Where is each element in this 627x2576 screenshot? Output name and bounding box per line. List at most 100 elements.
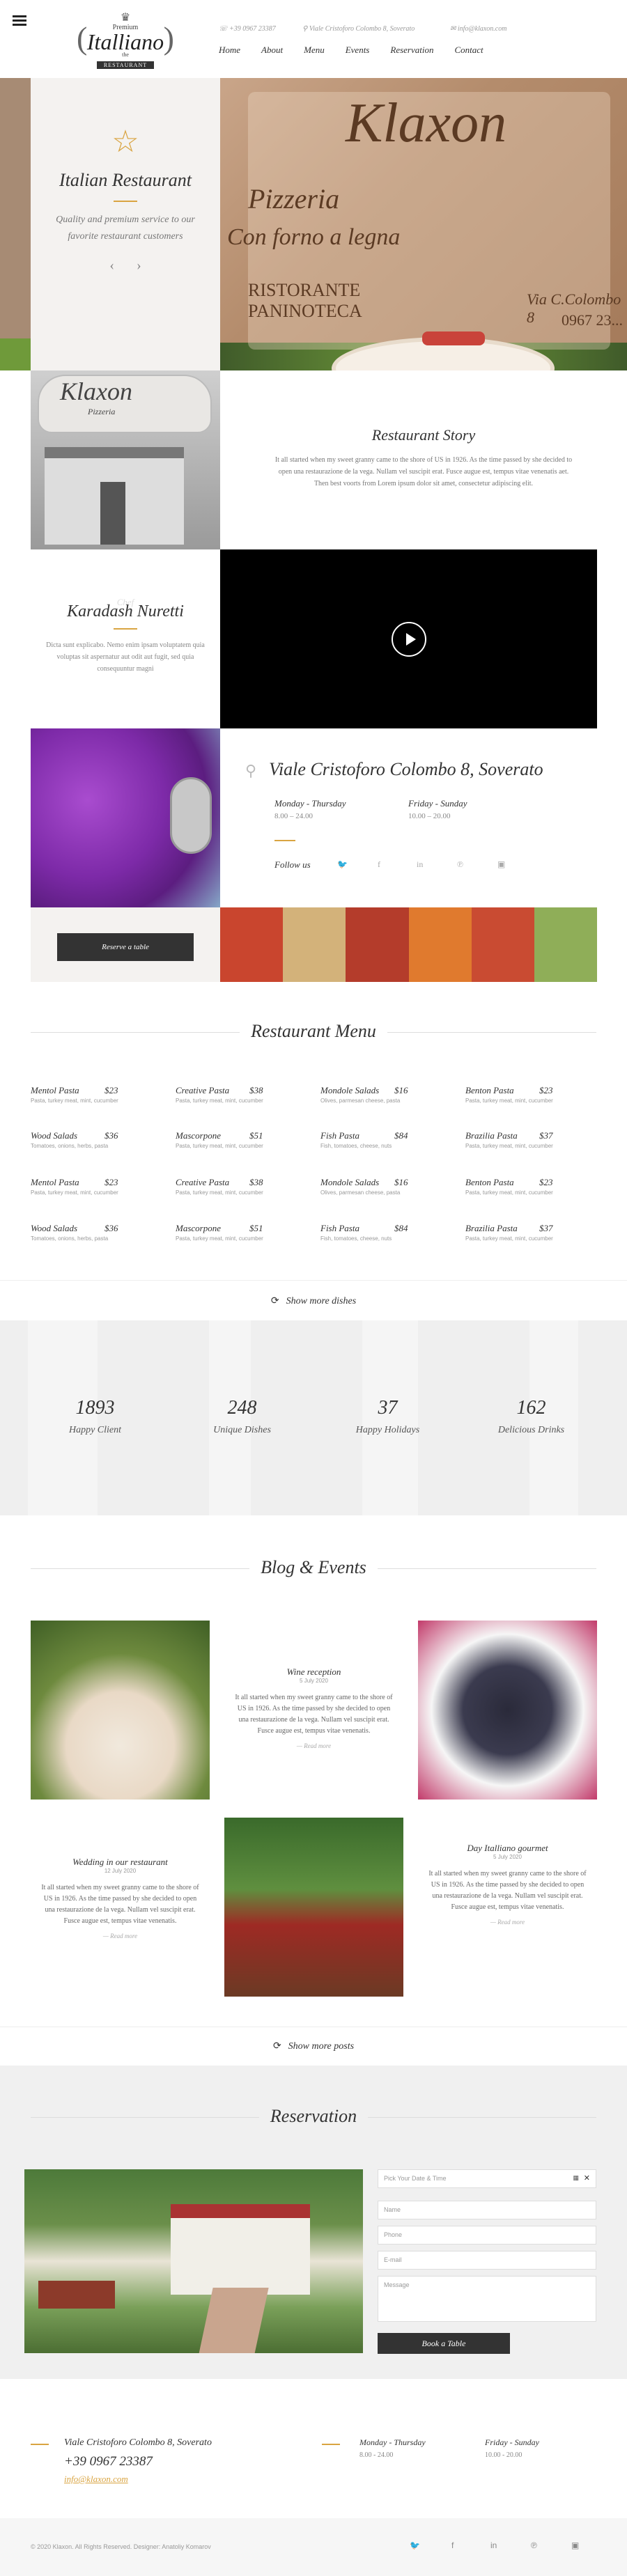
nav-events[interactable]: Events: [346, 45, 370, 56]
blog-image-sauce-bottles[interactable]: [224, 1818, 403, 1997]
food-photo: [534, 907, 598, 982]
hamburger-menu-icon[interactable]: [13, 15, 26, 26]
hero-card: ☆ Italian Restaurant Quality and premium…: [31, 78, 220, 370]
facebook-icon[interactable]: f: [378, 859, 380, 870]
date-time-picker[interactable]: Pick Your Date & Time ▦ ✕: [378, 2169, 596, 2188]
play-icon[interactable]: [392, 622, 426, 657]
phone-field[interactable]: Phone: [378, 2226, 596, 2245]
read-more-link[interactable]: — Read more: [418, 1919, 597, 1926]
read-more-link[interactable]: — Read more: [31, 1933, 210, 1939]
chef-text: Dicta sunt explicabo. Nemo enim ipsam vo…: [46, 641, 205, 673]
menu-item: Mentol Pasta $23 Pasta, turkey meat, mint,…: [31, 1085, 118, 1104]
menu-item: Mondole Salads $16 Olives, parmesan cheese…: [320, 1177, 408, 1196]
reserve-table-button[interactable]: Reserve a table: [57, 933, 194, 961]
chef-section: Chef Karadash Nuretti Dicta sunt explica…: [31, 549, 220, 728]
chef-name: Karadash Nuretti: [67, 602, 184, 620]
nav-about[interactable]: About: [261, 45, 283, 56]
menu-title: Restaurant Menu: [240, 1021, 387, 1042]
nav-menu[interactable]: Menu: [304, 45, 325, 56]
message-field[interactable]: Message: [378, 2276, 596, 2322]
menu-item: Fish Pasta $84 Fish, tomatoes, cheese, nut…: [320, 1130, 408, 1149]
blog-image-charcuterie[interactable]: [31, 1621, 210, 1800]
menu-item: Benton Pasta $23 Pasta, turkey meat, mint,…: [465, 1177, 553, 1196]
facebook-icon[interactable]: f: [451, 2540, 454, 2550]
menu-item: Mascorpone $51 Pasta, turkey meat, mint, c…: [176, 1223, 263, 1242]
blog-post-text: It all started when my sweet granny came…: [235, 1694, 393, 1735]
blog-post-title[interactable]: Wedding in our restaurant: [31, 1857, 210, 1868]
chevron-right-icon[interactable]: ›: [137, 258, 141, 273]
menu-item: Creative Pasta $38 Pasta, turkey meat, min…: [176, 1177, 263, 1196]
close-icon[interactable]: ✕: [584, 2173, 590, 2183]
refresh-icon: ⟳: [270, 1296, 279, 1306]
instagram-icon[interactable]: ▣: [497, 859, 505, 870]
reservation-title: Reservation: [258, 2106, 369, 2127]
logo-ribbon: RESTAURANT: [96, 61, 155, 69]
footer-info: Viale Cristoforo Colombo 8, Soverato +39…: [0, 2379, 627, 2518]
blog-image-mussels[interactable]: [418, 1621, 597, 1800]
follow-label: Follow us: [274, 859, 311, 870]
food-photo: [283, 907, 346, 982]
counter-unique-dishes: 248 Unique Dishes: [213, 1397, 271, 1435]
blog-post-title[interactable]: Day Italliano gourmet: [418, 1843, 597, 1854]
footer-email[interactable]: info@klaxon.com: [64, 2474, 128, 2485]
blog-title: Blog & Events: [249, 1557, 378, 1578]
menu-item: Brazilia Pasta $37 Pasta, turkey meat, min…: [465, 1223, 553, 1242]
book-table-button[interactable]: Book a Table: [378, 2333, 510, 2354]
video-player[interactable]: [220, 549, 597, 728]
header-phone[interactable]: ☏ +39 0967 23387: [219, 25, 276, 33]
calendar-icon[interactable]: ▦: [573, 2174, 579, 2182]
hours-weekdays: Monday - Thursday 8.00 – 24.00: [274, 798, 346, 820]
wreath-right-icon: ): [163, 20, 174, 56]
nav-reservation[interactable]: Reservation: [390, 45, 433, 56]
divider-icon: —: [490, 1919, 498, 1926]
show-more-posts-button[interactable]: ⟳ Show more posts: [0, 2040, 627, 2052]
story-title: Restaurant Story: [371, 426, 476, 444]
footer-time-weekdays: 8.00 - 24.00: [359, 2451, 394, 2459]
story-image: Klaxon Pizzeria: [31, 370, 220, 549]
reservation-photo: [24, 2169, 363, 2353]
menu-item: Creative Pasta $38 Pasta, turkey meat, min…: [176, 1085, 263, 1104]
blog-post-title[interactable]: Wine reception: [224, 1666, 403, 1678]
counters-section: 1893 Happy Client 248 Unique Dishes 37 Happ…: [0, 1320, 627, 1515]
menu-item: Mascorpone $51 Pasta, turkey meat, mint, c…: [176, 1130, 263, 1149]
blog-post-text: It all started when my sweet granny came…: [41, 1884, 199, 1925]
divider: [114, 201, 137, 202]
site-header: ( ) ♛ Premium Italliano the RESTAURANT ☏…: [0, 0, 627, 78]
menu-item: Fish Pasta $84 Fish, tomatoes, cheese, nut…: [320, 1223, 408, 1242]
divider: [114, 628, 137, 630]
twitter-icon[interactable]: 🐦: [410, 2540, 420, 2550]
counter-delicious-drinks: 162 Delicious Drinks: [497, 1397, 565, 1435]
blog-post-date: 5 July 2020: [493, 1854, 522, 1860]
pinterest-icon[interactable]: ℗: [457, 859, 463, 870]
reserve-cell: Reserve a table: [31, 907, 220, 982]
footer-phone[interactable]: +39 0967 23387: [64, 2454, 153, 2469]
instagram-icon[interactable]: ▣: [571, 2540, 579, 2550]
linkedin-icon[interactable]: in: [417, 859, 423, 870]
footer-bottom: © 2020 Klaxon. All Rights Reserved. Desi…: [0, 2518, 627, 2576]
divider: [274, 840, 295, 841]
header-email[interactable]: ✉ info@klaxon.com: [450, 25, 506, 33]
nav-contact[interactable]: Contact: [454, 45, 483, 56]
site-logo[interactable]: ( ) ♛ Premium Italliano the RESTAURANT: [77, 13, 174, 69]
food-photo: [408, 907, 472, 982]
email-field[interactable]: E-mail: [378, 2251, 596, 2270]
pinterest-icon[interactable]: ℗: [531, 2540, 537, 2550]
read-more-link[interactable]: — Read more: [224, 1742, 403, 1749]
sign-klaxon: Klaxon: [346, 93, 507, 154]
reservation-title-block: Reservation: [0, 2106, 627, 2127]
show-more-dishes-button[interactable]: ⟳ Show more dishes: [0, 1295, 627, 1307]
wreath-left-icon: (: [77, 20, 88, 56]
hero-text: Quality and premium service to our favor…: [56, 214, 195, 242]
chevron-left-icon[interactable]: ‹: [109, 258, 114, 273]
counter-happy-holidays: 37 Happy Holidays: [355, 1397, 420, 1435]
phone-icon: ☏: [219, 25, 230, 33]
nav-home[interactable]: Home: [219, 45, 240, 56]
footer-address: Viale Cristoforo Colombo 8, Soverato: [64, 2437, 212, 2448]
twitter-icon[interactable]: 🐦: [337, 859, 348, 870]
linkedin-icon[interactable]: in: [490, 2540, 497, 2550]
hero-image: Klaxon Pizzeria Con forno a legna RISTOR…: [220, 78, 627, 370]
divider-icon: —: [102, 1933, 111, 1939]
name-field[interactable]: Name: [378, 2201, 596, 2219]
hero-left-image: [0, 78, 31, 370]
hours-weekend: Friday - Sunday 10.00 – 20.00: [408, 798, 467, 820]
